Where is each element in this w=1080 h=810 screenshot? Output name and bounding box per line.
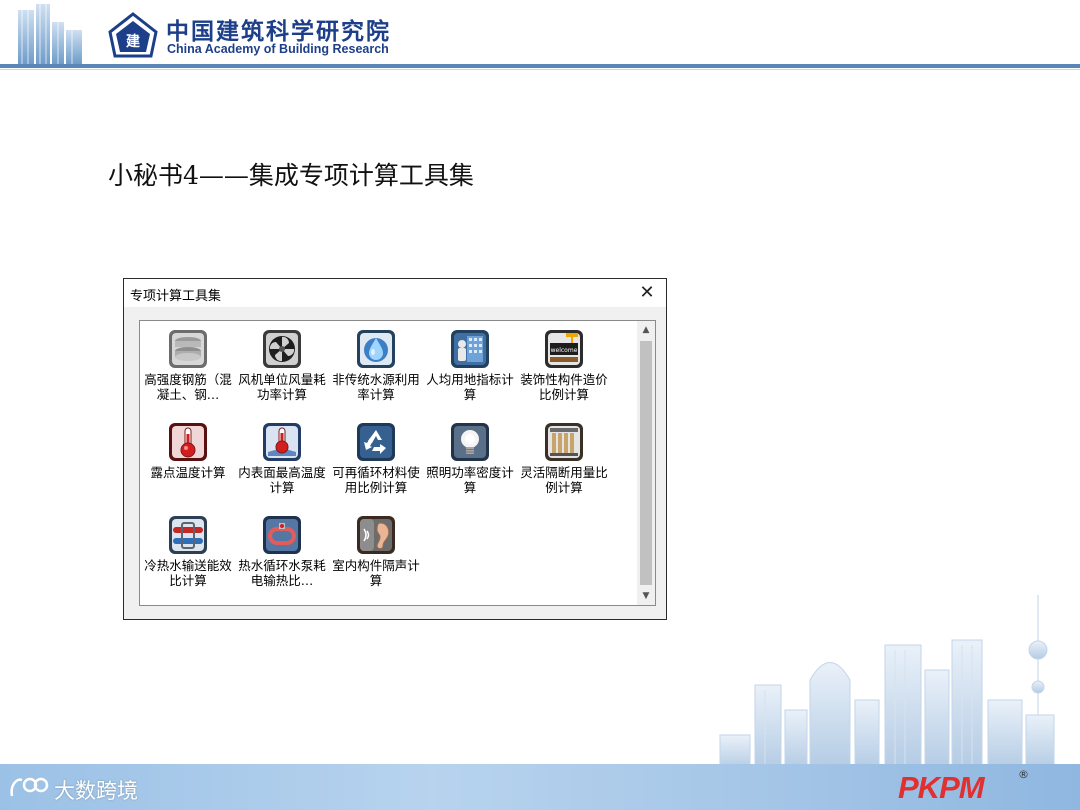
thermometer-icon (169, 423, 207, 461)
tool-label: 人均用地指标计算 (426, 372, 514, 402)
vertical-scrollbar[interactable]: ▲ ▼ (637, 321, 655, 605)
city-skyline-decoration (719, 595, 1055, 770)
steel-bars-icon (169, 330, 207, 368)
org-name-cn: 中国建筑科学研究院 (166, 19, 391, 45)
recycle-icon (357, 423, 395, 461)
tool-item-nontraditional-water[interactable]: 非传统水源利用率计算 (330, 325, 422, 417)
pipe-icon (169, 516, 207, 554)
tool-label: 照明功率密度计算 (426, 465, 514, 495)
tool-item-land-per-capita[interactable]: 人均用地指标计算 (424, 325, 516, 417)
pkpm-logo: PKPM ® (898, 768, 1029, 805)
water-drop-icon (357, 330, 395, 368)
tool-list-panel: 高强度钢筋（混凝土、钢… 风机单位风量耗功率计算 非传统水源利用率计算 人均用地… (139, 320, 656, 606)
org-name-en: China Academy of Building Research (167, 42, 389, 56)
light-bulb-icon (451, 423, 489, 461)
welcome-sign-icon: welcome (545, 330, 583, 368)
tool-item-recyclable-material[interactable]: 可再循环材料使用比例计算 (330, 418, 422, 510)
person-building-icon (451, 330, 489, 368)
cabr-logo-icon: 建 (108, 12, 158, 58)
watermark-logo-icon (10, 777, 49, 797)
tool-item-high-strength-steel[interactable]: 高强度钢筋（混凝土、钢… (142, 325, 234, 417)
tool-label: 可再循环材料使用比例计算 (332, 465, 420, 495)
scroll-thumb[interactable] (640, 341, 652, 585)
header-divider (0, 64, 1080, 68)
pump-loop-icon (263, 516, 301, 554)
tool-label: 非传统水源利用率计算 (332, 372, 420, 402)
close-icon: ✕ (639, 282, 655, 303)
header-divider-thin (0, 69, 1080, 70)
tool-label: 装饰性构件造价比例计算 (520, 372, 608, 402)
svg-text:建: 建 (126, 33, 140, 50)
tool-dialog: 专项计算工具集 ✕ 高强度钢筋（混凝土、钢… 风机单位风量耗功率计算 非传统水源… (123, 278, 667, 620)
tool-label: 露点温度计算 (150, 465, 226, 480)
fan-icon (263, 330, 301, 368)
tool-item-sound-insulation[interactable]: 室内构件隔声计算 (330, 511, 422, 603)
dialog-titlebar[interactable]: 专项计算工具集 ✕ (124, 279, 666, 307)
tool-label: 冷热水输送能效比计算 (144, 558, 232, 588)
registered-mark: ® (1018, 768, 1029, 781)
tool-label: 高强度钢筋（混凝土、钢… (144, 372, 232, 402)
tool-label: 风机单位风量耗功率计算 (238, 372, 326, 402)
scroll-up-button[interactable]: ▲ (637, 321, 655, 339)
close-button[interactable]: ✕ (636, 282, 658, 304)
ear-icon (357, 516, 395, 554)
tool-item-lighting-power[interactable]: 照明功率密度计算 (424, 418, 516, 510)
slide-title: 小秘书4——集成专项计算工具集 (108, 161, 474, 190)
tool-item-dew-point[interactable]: 露点温度计算 (142, 418, 234, 510)
tool-item-inner-surface-temp[interactable]: 内表面最高温度计算 (236, 418, 328, 510)
tool-item-flexible-partition[interactable]: 灵活隔断用量比例计算 (518, 418, 610, 510)
partition-icon (545, 423, 583, 461)
tool-label: 内表面最高温度计算 (238, 465, 326, 495)
tool-label: 室内构件隔声计算 (332, 558, 420, 588)
tool-item-hot-water-pump[interactable]: 热水循环水泵耗电输热比… (236, 511, 328, 603)
tool-item-fan-power[interactable]: 风机单位风量耗功率计算 (236, 325, 328, 417)
tool-label: 灵活隔断用量比例计算 (520, 465, 608, 495)
thermometer-book-icon (263, 423, 301, 461)
header-buildings-icon (18, 4, 82, 64)
pkpm-logo-text: PKPM (898, 770, 985, 805)
chevron-up-icon: ▲ (642, 325, 650, 335)
dialog-title: 专项计算工具集 (130, 289, 222, 304)
slide-header: 建 中国建筑科学研究院 China Academy of Building Re… (0, 0, 1080, 70)
svg-text:welcome: welcome (551, 347, 578, 354)
tool-item-water-transport-efficiency[interactable]: 冷热水输送能效比计算 (142, 511, 234, 603)
tool-label: 热水循环水泵耗电输热比… (238, 558, 326, 588)
tool-item-decorative-component[interactable]: welcome 装饰性构件造价比例计算 (518, 325, 610, 417)
watermark-text: 大数跨境 (54, 779, 138, 803)
